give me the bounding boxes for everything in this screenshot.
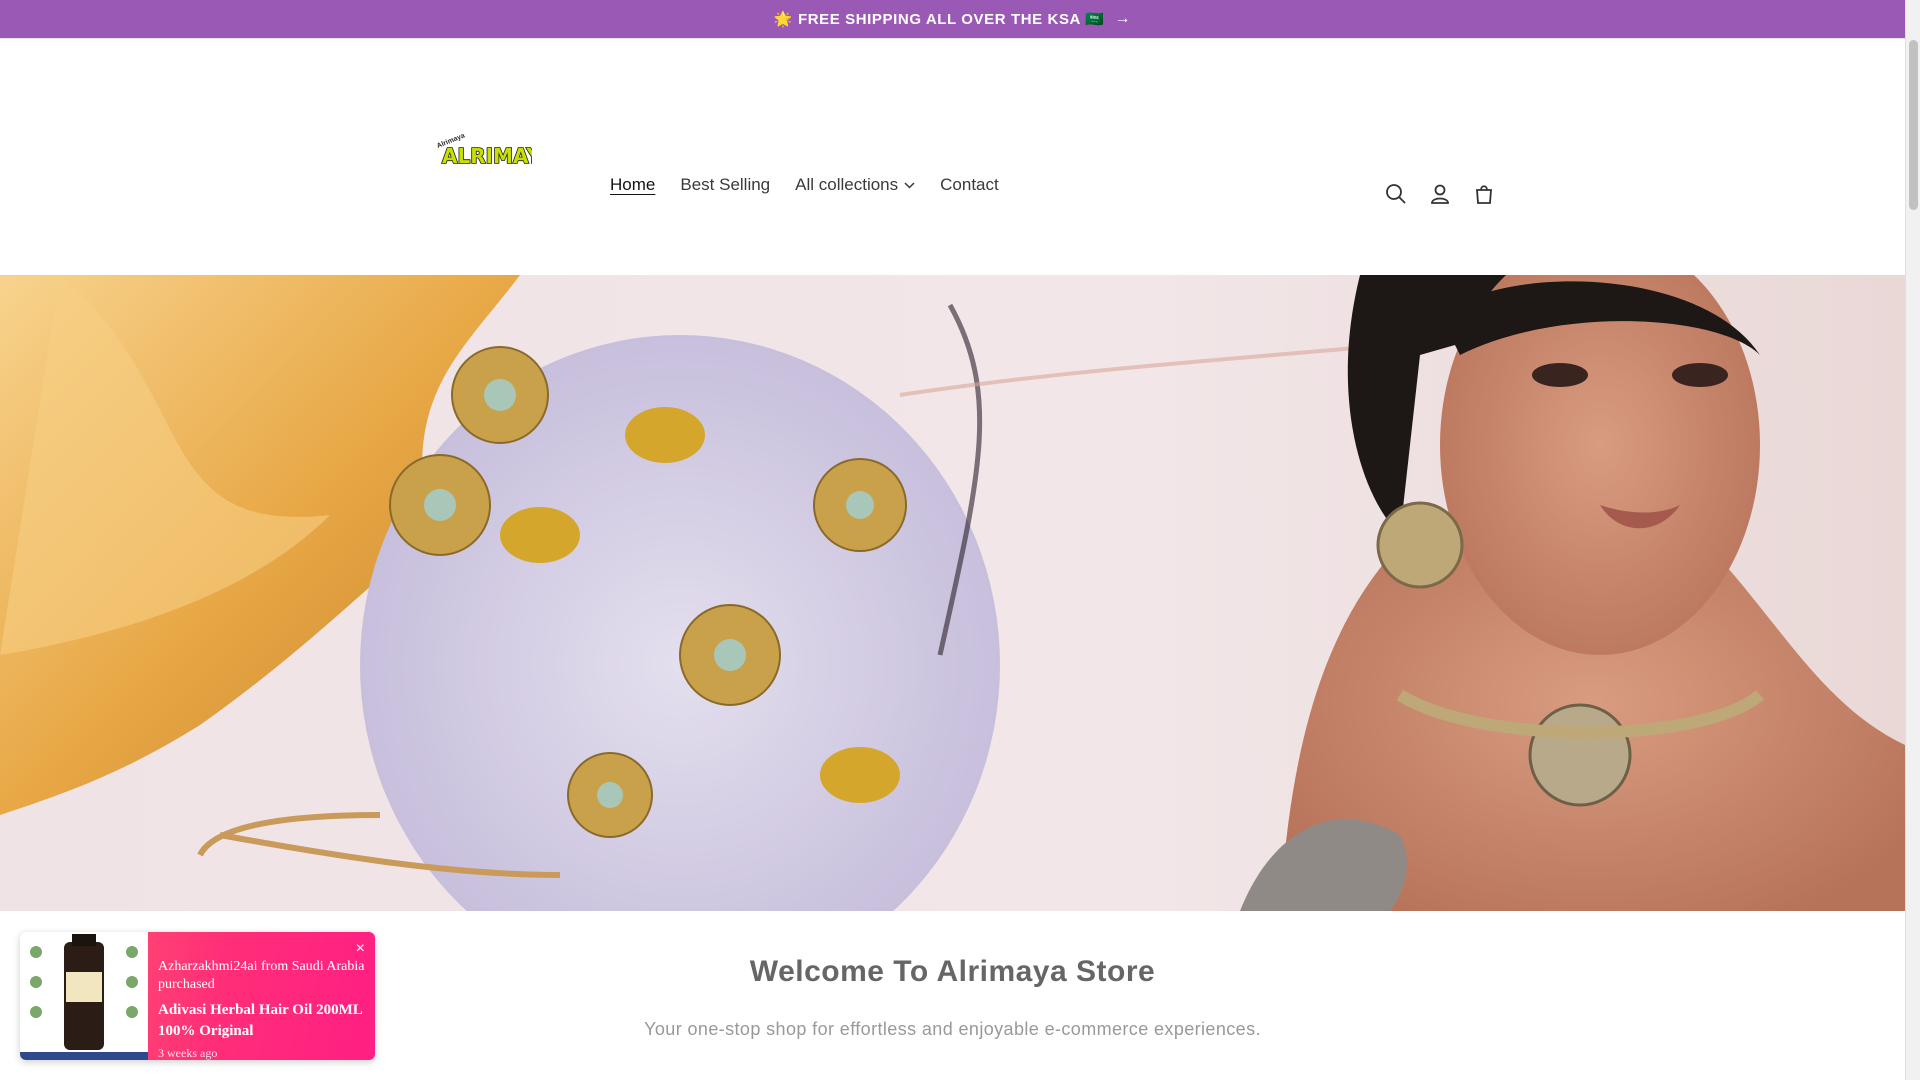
account-icon[interactable]: [1427, 181, 1453, 207]
announcement-text: 🌟 FREE SHIPPING ALL OVER THE KSA 🇸🇦: [773, 11, 1105, 28]
popup-time: 3 weeks ago: [158, 1046, 218, 1060]
popup-product[interactable]: Adivasi Herbal Hair Oil 200ML 100% Origi…: [158, 1000, 365, 1042]
nav-item-label: Home: [610, 175, 656, 194]
search-icon[interactable]: [1383, 181, 1409, 207]
header-icons: [1383, 181, 1497, 207]
popup-buyer: Azharzakhmi24ai from Saudi Arabia purcha…: [158, 959, 365, 992]
cart-icon[interactable]: [1471, 181, 1497, 207]
main-nav: Home Best Selling All collections Contac…: [610, 175, 999, 195]
nav-item-label: Contact: [940, 175, 999, 194]
nav-item-label: All collections: [795, 175, 899, 194]
nav-item-contact[interactable]: Contact: [940, 175, 999, 195]
announcement-bar[interactable]: 🌟 FREE SHIPPING ALL OVER THE KSA 🇸🇦 →: [0, 0, 1905, 39]
svg-text:ALRIMAYA: ALRIMAYA: [442, 144, 532, 168]
hero-image: [0, 275, 1905, 911]
recent-purchase-popup[interactable]: Azharzakhmi24ai from Saudi Arabia purcha…: [20, 932, 375, 1060]
nav-item-best-selling[interactable]: Best Selling: [680, 175, 770, 195]
scrollbar-thumb[interactable]: [1909, 40, 1918, 210]
chevron-down-icon: [904, 178, 915, 192]
hero-banner[interactable]: [0, 275, 1905, 911]
site-header: Alrimaya ALRIMAYA Home Best Selling All …: [0, 39, 1905, 275]
nav-item-home[interactable]: Home: [610, 175, 655, 195]
nav-item-label: Best Selling: [680, 175, 771, 194]
nav-item-all-collections[interactable]: All collections: [795, 175, 915, 195]
popup-text: Azharzakhmi24ai from Saudi Arabia purcha…: [148, 932, 375, 1060]
product-thumbnail[interactable]: [20, 932, 148, 1060]
page-scrollbar[interactable]: [1905, 0, 1920, 1080]
arrow-right-icon[interactable]: →: [1114, 10, 1131, 28]
close-icon[interactable]: ×: [356, 940, 365, 958]
store-logo[interactable]: Alrimaya ALRIMAYA: [436, 129, 556, 173]
